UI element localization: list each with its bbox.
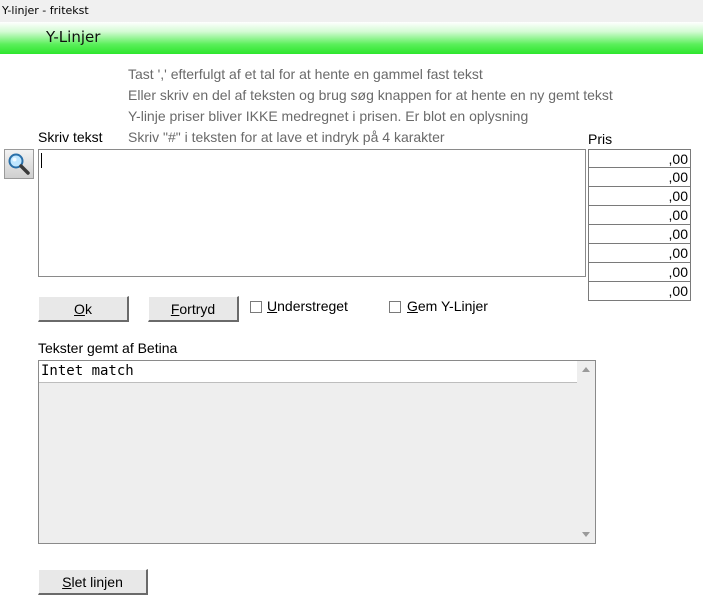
hint-line-4: Skriv "#" i teksten for at lave et indry…	[128, 129, 445, 145]
save-lines-label[interactable]: Gem Y-Linjer	[407, 298, 488, 314]
text-label: Skriv tekst	[38, 129, 103, 145]
underline-label[interactable]: Understreget	[267, 298, 348, 314]
price-field[interactable]: ,00	[588, 149, 691, 168]
ok-button[interactable]: Ok	[38, 296, 129, 322]
saved-texts-label: Tekster gemt af Betina	[38, 340, 178, 356]
hint-line-1: Tast ',' efterfulgt af et tal for at hen…	[128, 66, 483, 82]
text-caret	[41, 153, 42, 168]
underline-checkbox[interactable]	[250, 301, 262, 313]
hint-line-2: Eller skriv en del af teksten og brug sø…	[128, 87, 613, 103]
price-field[interactable]: ,00	[588, 282, 691, 301]
save-lines-checkbox[interactable]	[389, 301, 401, 313]
window-titlebar: Y-linjer - fritekst	[0, 0, 703, 22]
magnifier-icon	[8, 153, 30, 175]
price-field[interactable]: ,00	[588, 206, 691, 225]
list-item[interactable]: Intet match	[39, 361, 577, 383]
hint-line-3: Y-linje priser bliver IKKE medregnet i p…	[128, 108, 529, 124]
price-label: Pris	[588, 131, 613, 147]
window-title: Y-linjer - fritekst	[2, 4, 89, 17]
text-input[interactable]	[38, 149, 586, 277]
search-button[interactable]	[4, 149, 34, 179]
price-field[interactable]: ,00	[588, 187, 691, 206]
scroll-down-icon[interactable]	[582, 532, 590, 537]
delete-line-button[interactable]: Slet linjen	[38, 569, 148, 595]
saved-texts-list[interactable]: Intet match	[38, 360, 596, 544]
price-field[interactable]: ,00	[588, 168, 691, 187]
cancel-button[interactable]: Fortryd	[148, 296, 239, 322]
price-field[interactable]: ,00	[588, 225, 691, 244]
price-column: ,00 ,00 ,00 ,00 ,00 ,00 ,00 ,00	[588, 149, 691, 301]
page-header: Y-Linjer	[0, 22, 703, 54]
scroll-up-icon[interactable]	[582, 367, 590, 372]
page-title: Y-Linjer	[46, 28, 101, 46]
price-field[interactable]: ,00	[588, 263, 691, 282]
scrollbar[interactable]	[577, 361, 595, 543]
price-field[interactable]: ,00	[588, 244, 691, 263]
